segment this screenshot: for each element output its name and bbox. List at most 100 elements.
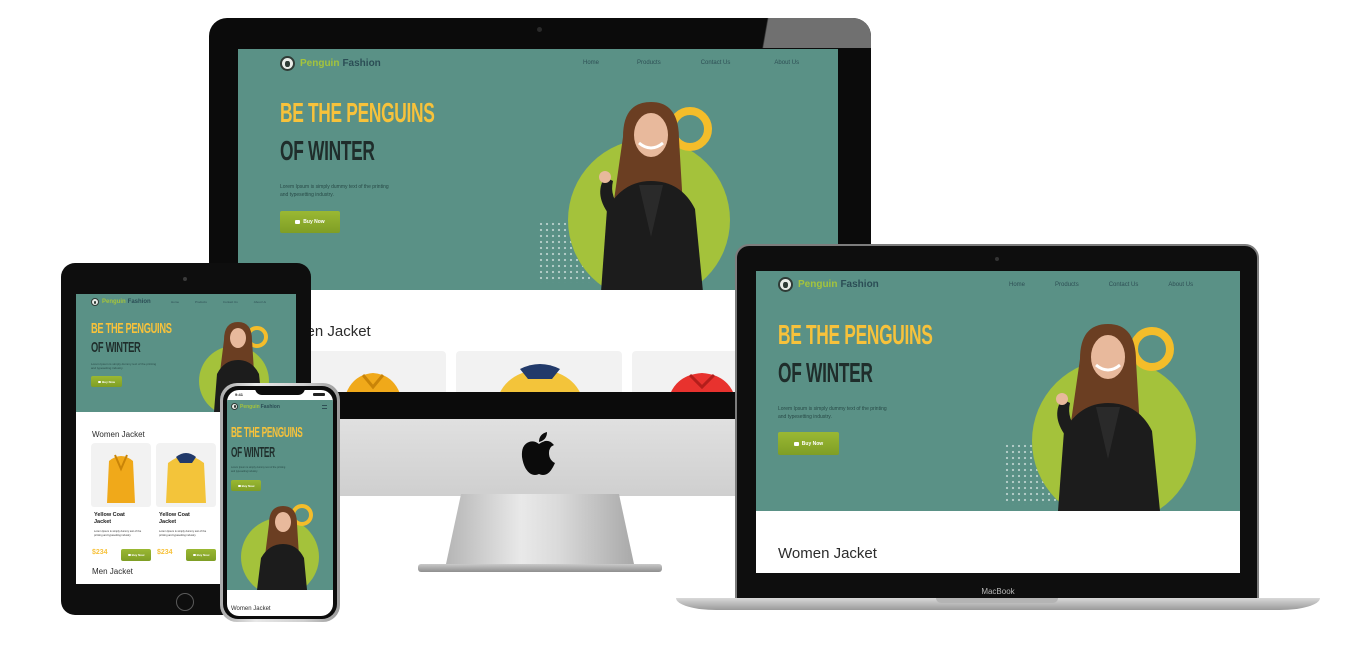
jacket-image (107, 454, 135, 503)
brand-first: Penguin (102, 299, 126, 305)
brand-logo-icon (280, 56, 295, 71)
hero-desc-line1: Lorem Ipsum is simply dummy text of the … (280, 184, 389, 190)
nav-products[interactable]: Products (1055, 282, 1079, 288)
section-women-title: Women Jacket (231, 606, 271, 612)
hero-heading-line1: BE THE PENGUINS (280, 97, 435, 128)
nav-contact[interactable]: Contact Us (1109, 282, 1139, 288)
brand-first: Penguin (798, 279, 838, 290)
brand-logo-icon (231, 403, 238, 410)
section-women-title: Women Jacket (92, 430, 145, 439)
jacket-image (345, 373, 401, 394)
hero-desc-line1: Lorem Ipsum is simply dummy text of the … (231, 466, 286, 469)
brand[interactable]: Penguin Fashion (91, 298, 151, 306)
buy-now-button[interactable]: Buy Now (186, 549, 216, 561)
buy-now-label: Buy Now (131, 553, 145, 557)
main-nav: Home Products Contact Us About Us (171, 300, 266, 304)
nav-about[interactable]: About Us (1168, 282, 1193, 288)
home-button-icon[interactable] (176, 593, 194, 611)
hero-desc-line1: Lorem Ipsum is simply dummy text of the … (778, 406, 887, 412)
brand-second: Fashion (127, 299, 151, 305)
product-card[interactable]: Yellow Coat Jacket Lorem Ipsum is simply… (91, 443, 151, 567)
product-card[interactable] (456, 351, 622, 394)
model-photo (1056, 324, 1160, 511)
nav-contact[interactable]: Contact Us (223, 300, 238, 304)
buy-now-label: Buy Now (102, 379, 115, 384)
apple-logo-icon (521, 432, 555, 475)
section-men-title: Men Jacket (92, 567, 133, 576)
hero-desc-line2: and typesetting industry. (280, 192, 334, 198)
buy-now-label: Buy Now (801, 440, 824, 447)
model-photo (599, 102, 703, 290)
buy-now-button[interactable]: Buy Now (280, 211, 340, 233)
brand-first: Penguin (240, 403, 260, 410)
brand-second: Fashion (840, 279, 879, 290)
brand[interactable]: Penguin Fashion (231, 403, 280, 410)
menu-icon[interactable] (322, 405, 327, 409)
camera-icon (183, 277, 187, 281)
camera-icon (537, 27, 542, 32)
main-nav: Home Products Contact Us About Us (1009, 282, 1193, 288)
cart-icon (192, 554, 196, 556)
nav-home[interactable]: Home (1009, 282, 1025, 288)
hero-heading-line2: OF WINTER (231, 444, 275, 461)
hero-heading-line2: OF WINTER (280, 135, 375, 166)
hero-desc-line2: and typesetting industry. (91, 366, 124, 370)
nav-products[interactable]: Products (637, 60, 661, 66)
status-time: 9:41 (235, 392, 244, 397)
nav-products[interactable]: Products (195, 300, 207, 304)
hero-heading-line1: BE THE PENGUINS (778, 319, 933, 350)
nav-home[interactable]: Home (583, 60, 599, 66)
macbook-notch (936, 598, 1058, 603)
product-name: Yellow Coat Jacket (159, 512, 190, 525)
hero-heading-line2: OF WINTER (778, 357, 873, 388)
section-women-title: Women Jacket (778, 545, 877, 562)
buy-now-button[interactable]: Buy Now (91, 376, 122, 387)
product-name: Yellow Coat Jacket (94, 512, 125, 525)
buy-now-button[interactable]: Buy Now (121, 549, 151, 561)
cart-icon (793, 441, 799, 446)
jacket-image (499, 364, 581, 394)
buy-now-label: Buy Now (196, 553, 210, 557)
jacket-image (166, 453, 206, 503)
cart-icon (237, 484, 241, 487)
imac-glare (729, 18, 871, 48)
hero-heading-line1: BE THE PENGUINS (231, 424, 303, 441)
hero-desc-line2: and typesetting industry. (778, 414, 832, 420)
nav-home[interactable]: Home (171, 300, 179, 304)
brand-second: Fashion (260, 403, 280, 410)
buy-now-label: Buy Now (303, 219, 325, 225)
product-desc: Lorem Ipsum is simply dummy text of the … (94, 530, 142, 537)
product-price: $234 (157, 549, 173, 556)
imac-stand-foot (418, 564, 662, 572)
hero-heading-line2: OF WINTER (91, 339, 141, 356)
buy-now-button[interactable]: Buy Now (231, 480, 261, 491)
product-card[interactable] (632, 351, 752, 394)
model-photo (257, 506, 307, 590)
iphone-notch (255, 386, 305, 395)
main-nav: Home Products Contact Us About Us (583, 60, 799, 66)
status-icons (313, 393, 325, 396)
brand[interactable]: Penguin Fashion (280, 56, 381, 71)
buy-now-button[interactable]: Buy Now (778, 432, 839, 455)
imac-stand (446, 494, 634, 564)
brand-second: Fashion (342, 58, 381, 69)
buy-now-label: Buy Now (241, 483, 255, 488)
product-desc: Lorem Ipsum is simply dummy text of the … (159, 530, 207, 537)
jacket-image (670, 373, 734, 394)
nav-about[interactable]: About Us (254, 300, 266, 304)
product-price: $234 (92, 549, 108, 556)
nav-contact[interactable]: Contact Us (701, 60, 731, 66)
brand[interactable]: Penguin Fashion (778, 277, 879, 292)
brand-logo-icon (778, 277, 793, 292)
hero-heading-line1: BE THE PENGUINS (91, 320, 172, 337)
hero-section: Penguin Fashion Home Products Contact Us… (756, 271, 1240, 511)
camera-icon (995, 257, 999, 261)
product-card[interactable]: Yellow Coat Jacket Lorem Ipsum is simply… (156, 443, 216, 567)
nav-about[interactable]: About Us (774, 60, 799, 66)
hero-desc-line2: and typesetting industry. (231, 470, 258, 473)
brand-logo-icon (91, 298, 99, 306)
iphone-screen: 9:41 Penguin Fashion BE THE PENGUINS OF … (227, 390, 333, 616)
cart-icon (127, 554, 131, 556)
cart-icon (295, 220, 301, 224)
macbook-label: MacBook (981, 587, 1015, 596)
